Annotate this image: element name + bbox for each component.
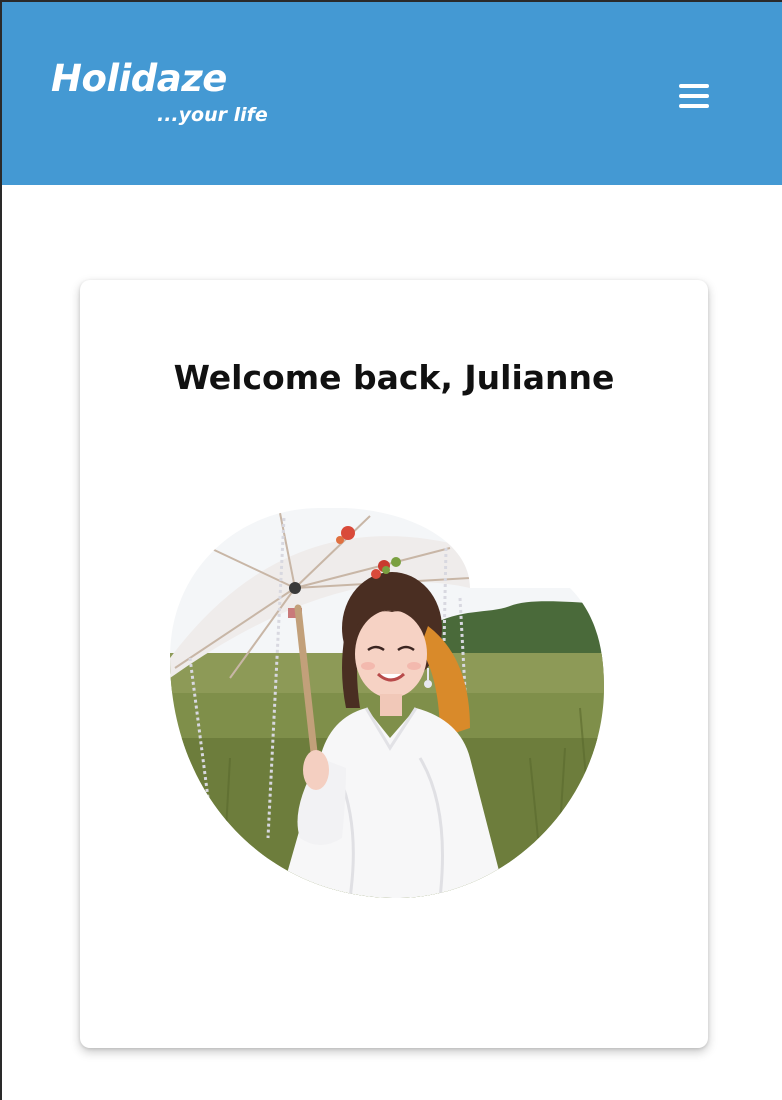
menu-button[interactable] (676, 81, 712, 111)
profile-photo (170, 508, 604, 898)
welcome-heading: Welcome back, Julianne (173, 358, 615, 397)
brand-tagline: ...your life (157, 104, 268, 126)
welcome-card: Welcome back, Julianne (80, 280, 708, 1048)
brand-logo[interactable]: Holidaze ...your life (51, 60, 311, 140)
brand-title: Holidaze (51, 57, 227, 100)
hamburger-menu-icon (679, 84, 709, 108)
site-header: Holidaze ...your life (2, 2, 782, 185)
